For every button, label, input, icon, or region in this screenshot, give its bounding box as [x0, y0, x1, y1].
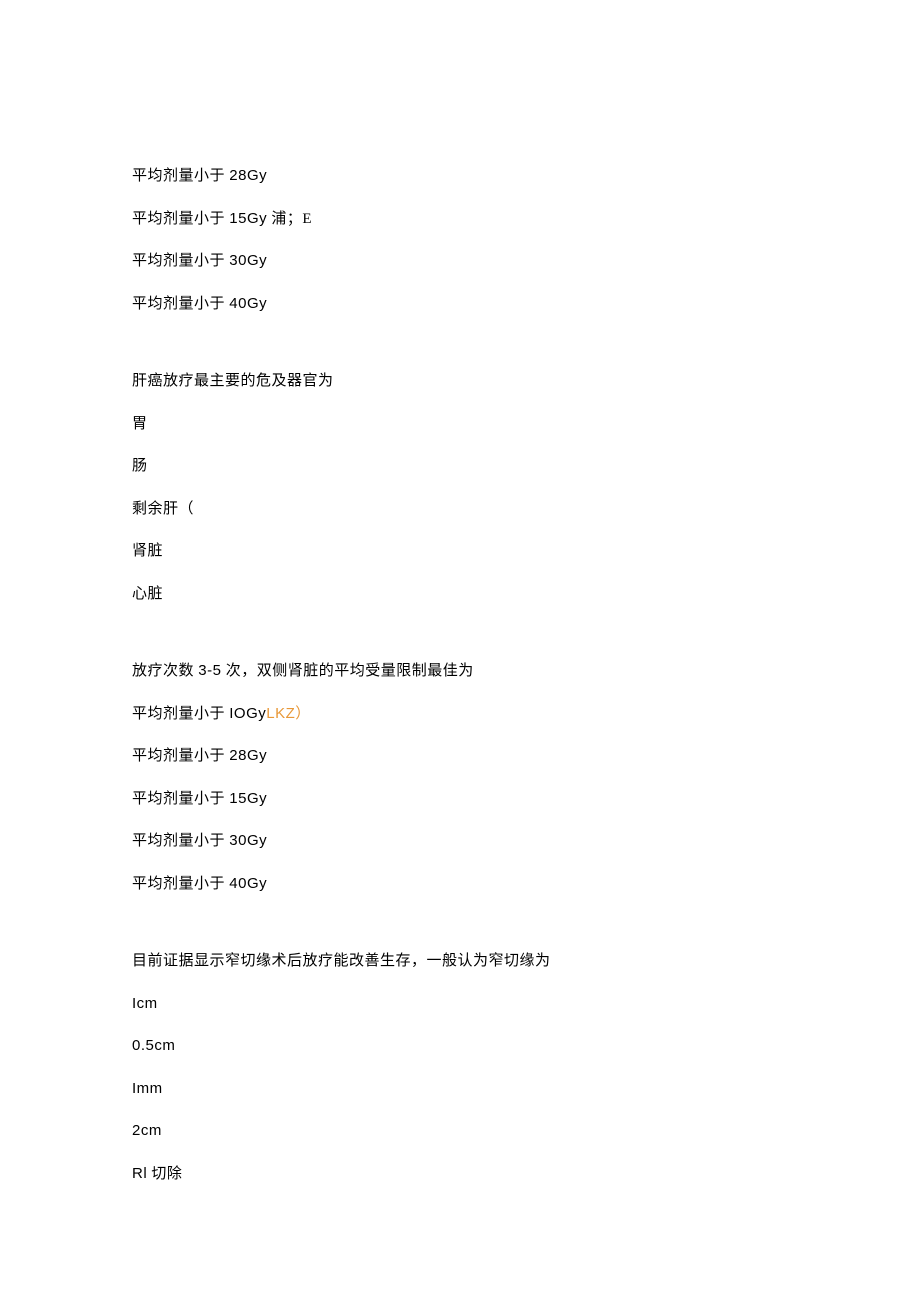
question-text: 肝癌放疗最主要的危及器官为	[132, 370, 790, 393]
value-text: 40Gy	[229, 875, 267, 892]
answer-option: 肾脏	[132, 540, 790, 563]
value-text: 3-5	[198, 662, 221, 679]
text-segment: 平均剂量小于	[132, 791, 229, 807]
value-text: 28Gy	[229, 747, 267, 764]
text-segment: 次，双侧肾脏的平均受量限制最佳为	[221, 663, 473, 679]
answer-option: Rl 切除	[132, 1163, 790, 1186]
question-text: 目前证据显示窄切缘术后放疗能改善生存，一般认为窄切缘为	[132, 950, 790, 973]
answer-option: 胃	[132, 413, 790, 436]
text-segment: 平均剂量小于	[132, 706, 229, 722]
text-segment: 平均剂量小于	[132, 168, 229, 184]
value-text: 30Gy	[229, 252, 267, 269]
dose-option-line: 平均剂量小于 40Gy	[132, 873, 790, 896]
dose-option-line: 平均剂量小于 28Gy	[132, 745, 790, 768]
text-segment: 平均剂量小于	[132, 748, 229, 764]
highlight-text: LKZ）	[266, 705, 311, 722]
text-segment: 平均剂量小于	[132, 253, 229, 269]
text-segment: 平均剂量小于	[132, 211, 229, 227]
value-text: 28Gy	[229, 167, 267, 184]
dose-option-line: 平均剂量小于 IOGyLKZ）	[132, 703, 790, 726]
dose-option-line: 平均剂量小于 15Gy	[132, 788, 790, 811]
dose-option-line: 平均剂量小于 30Gy	[132, 830, 790, 853]
value-text: 15Gy	[229, 790, 267, 807]
text-segment: 平均剂量小于	[132, 876, 229, 892]
text-segment: 平均剂量小于	[132, 296, 229, 312]
value-text: 40Gy	[229, 295, 267, 312]
answer-option: 剩余肝（	[132, 498, 790, 521]
dose-option-line: 平均剂量小于 40Gy	[132, 293, 790, 316]
answer-option: 2cm	[132, 1120, 790, 1143]
text-segment: 浦；E	[267, 211, 312, 227]
dose-option-line: 平均剂量小于 30Gy	[132, 250, 790, 273]
answer-option: 肠	[132, 455, 790, 478]
text-segment: 平均剂量小于	[132, 833, 229, 849]
text-segment: 切除	[147, 1166, 182, 1182]
answer-option: Imm	[132, 1078, 790, 1101]
answer-option: 心脏	[132, 583, 790, 606]
dose-option-line: 平均剂量小于 15Gy 浦；E	[132, 208, 790, 231]
text-segment: 放疗次数	[132, 663, 198, 679]
dose-option-line: 平均剂量小于 28Gy	[132, 165, 790, 188]
answer-option: Icm	[132, 993, 790, 1016]
value-text: Rl	[132, 1165, 147, 1182]
value-text: 30Gy	[229, 832, 267, 849]
value-text: IOGy	[229, 705, 266, 722]
question-text: 放疗次数 3-5 次，双侧肾脏的平均受量限制最佳为	[132, 660, 790, 683]
answer-option: 0.5cm	[132, 1035, 790, 1058]
value-text: 15Gy	[229, 210, 267, 227]
